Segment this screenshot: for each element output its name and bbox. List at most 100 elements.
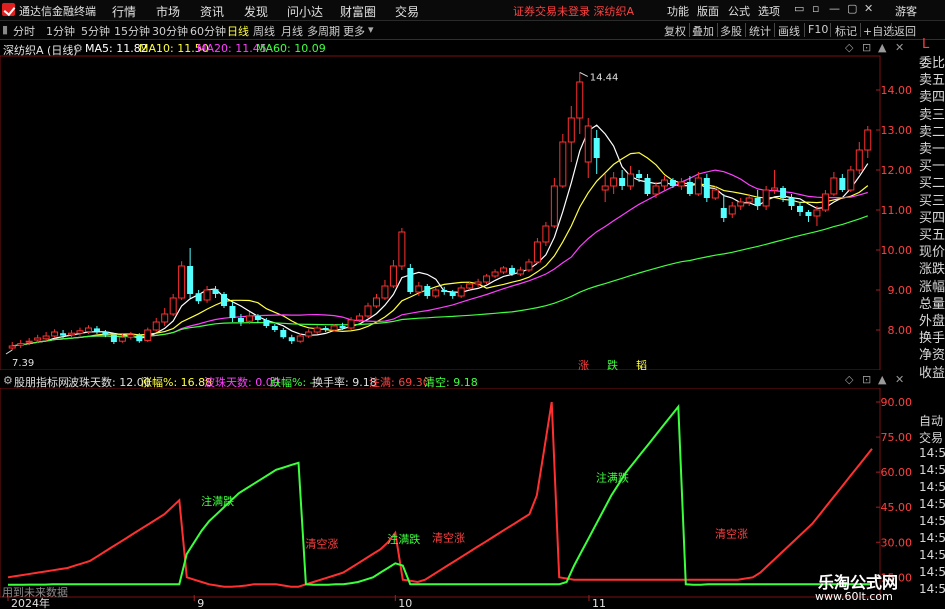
signal-label: 涨: [578, 359, 589, 370]
sidebar-item-2[interactable]: 卖四: [919, 86, 945, 105]
candle-body: [169, 297, 177, 315]
high-pointer: [579, 71, 588, 77]
btn-diejia[interactable]: 叠加: [692, 23, 714, 39]
btn-fuquan[interactable]: 复权: [664, 23, 686, 39]
tab-multi-period[interactable]: 多周期: [307, 23, 340, 39]
app-logo-icon: [2, 3, 15, 16]
btn-tongji[interactable]: 统计: [749, 23, 771, 39]
menu-xuanxiang[interactable]: 选项: [758, 3, 780, 19]
tab-more[interactable]: 更多: [343, 23, 365, 39]
sidebar-item-10[interactable]: 买五: [919, 224, 945, 243]
candle-body: [711, 189, 719, 199]
tab-fenshi[interactable]: 分时: [13, 23, 35, 39]
sidebar-item-11[interactable]: 现价: [919, 241, 945, 260]
tab-60min[interactable]: 60分钟: [190, 23, 226, 39]
menu-shichang[interactable]: 市场: [156, 3, 180, 20]
close-icon[interactable]: ✕: [864, 2, 873, 15]
sidebar-item-13[interactable]: 涨幅: [919, 276, 945, 295]
sidebar-item-6[interactable]: 买一: [919, 155, 945, 174]
candle-body: [322, 328, 329, 330]
sidebar-item-3[interactable]: 卖三: [919, 104, 945, 123]
sidebar-item-7[interactable]: 买二: [919, 172, 945, 191]
menu-gongshi[interactable]: 公式: [728, 3, 750, 19]
user-label[interactable]: 游客: [895, 3, 917, 19]
login-notice[interactable]: 证券交易未登录 深纺织A: [513, 3, 634, 19]
menu-gongneng[interactable]: 功能: [667, 3, 689, 19]
btn-add-watchlist[interactable]: +自选: [863, 23, 894, 39]
sidebar-item-1[interactable]: 卖五: [919, 69, 945, 88]
btn-back[interactable]: 返回: [894, 23, 916, 39]
minimize-icon[interactable]: —: [829, 2, 840, 15]
menu-caifuquan[interactable]: 财富圈: [340, 3, 376, 20]
sidebar-lower-item-0[interactable]: 自动: [919, 412, 943, 429]
menu-wenxiaoda[interactable]: 问小达: [287, 3, 323, 20]
candle-body: [84, 327, 92, 333]
sidebar-lower-item-9: 14:5: [919, 565, 945, 579]
candle-body: [567, 117, 575, 143]
annotation-label: 注满跌: [596, 470, 629, 484]
indicator-gear-icon[interactable]: ⚙: [3, 374, 13, 387]
small-window-icon[interactable]: ▫: [812, 2, 819, 15]
sidebar-item-4[interactable]: 卖二: [919, 121, 945, 140]
sidebar-item-12[interactable]: 涨跌: [919, 258, 945, 277]
candle-body: [136, 334, 143, 342]
toolbar-bar-icon: ▮: [2, 23, 9, 36]
candle-body: [76, 330, 84, 334]
maximize-icon[interactable]: ▢: [847, 2, 857, 15]
kline-chart[interactable]: 8.00 9.00 10.00 11.00 12.00 13.00 14.00 14.44 7.…: [0, 40, 915, 370]
sidebar-item-9[interactable]: 买四: [919, 207, 945, 226]
candle-body: [25, 340, 33, 343]
indicator-chart[interactable]: 15.0030.0045.0060.0075.0090.00注满跌清空涨 注满跌清…: [0, 388, 915, 609]
sidebar-lower-item-1[interactable]: 交易: [919, 429, 943, 446]
menu-zixun[interactable]: 资讯: [200, 3, 224, 20]
tab-daily[interactable]: 日线: [227, 23, 249, 39]
menu-hangqing[interactable]: 行情: [112, 3, 136, 20]
tab-monthly[interactable]: 月线: [281, 23, 303, 39]
future-data-note: 用到未来数据: [2, 586, 68, 599]
annotation-label: 清空涨: [715, 527, 748, 541]
sidebar-item-17[interactable]: 净资: [919, 344, 945, 363]
candle-body: [280, 330, 287, 338]
ind-close-icon[interactable]: ✕: [895, 373, 904, 386]
x-tick-label: 10: [398, 597, 412, 609]
divider: [745, 23, 746, 37]
candle-body: [636, 174, 643, 178]
btn-f10[interactable]: F10: [808, 23, 828, 36]
high-label: 14.44: [590, 72, 619, 83]
menu-banmian[interactable]: 版面: [697, 3, 719, 19]
btn-huaxian[interactable]: 画线: [778, 23, 800, 39]
divider: [830, 23, 831, 37]
sidebar-item-16[interactable]: 换手: [919, 327, 945, 346]
menu-jiaoyi[interactable]: 交易: [395, 3, 419, 20]
y-tick-label: 60.00: [881, 466, 913, 479]
y-tick-label: 11.00: [881, 204, 913, 217]
sidebar-item-14[interactable]: 总量: [919, 293, 945, 312]
tab-1min[interactable]: 1分钟: [46, 23, 75, 39]
candle-body: [296, 335, 304, 342]
menu-faxian[interactable]: 发现: [244, 3, 268, 20]
candle-body: [457, 287, 465, 297]
ind-collapse-icon[interactable]: ◇: [845, 373, 853, 386]
candle-body: [644, 178, 651, 194]
tab-5min[interactable]: 5分钟: [81, 23, 110, 39]
sidebar-item-5[interactable]: 卖一: [919, 138, 945, 157]
sidebar-item-15[interactable]: 外盘: [919, 310, 945, 329]
candle-body: [118, 336, 126, 342]
tab-weekly[interactable]: 周线: [253, 23, 275, 39]
candle-body: [797, 206, 803, 212]
sidebar-item-18[interactable]: 收益: [919, 362, 945, 381]
y-tick-label: 75.00: [881, 431, 913, 444]
tab-15min[interactable]: 15分钟: [114, 23, 150, 39]
divider: [804, 23, 805, 37]
more-dropdown-icon[interactable]: ▾: [368, 23, 374, 36]
btn-duogu[interactable]: 多股: [720, 23, 742, 39]
tab-30min[interactable]: 30分钟: [152, 23, 188, 39]
restore-icon[interactable]: ▭: [794, 2, 804, 15]
btn-biaoji[interactable]: 标记: [835, 23, 857, 39]
ind-up-icon[interactable]: ▲: [878, 373, 886, 386]
sidebar-item-8[interactable]: 买三: [919, 190, 945, 209]
indicator-header: ⚙ 股朋指标网 波珠天数: 12.00 涨幅%: 16.88 波珠天数: 0.0…: [0, 372, 915, 389]
ind-zoom-icon[interactable]: ⊡: [862, 373, 871, 386]
candle-body: [245, 315, 253, 322]
sidebar-item-0[interactable]: 委比: [919, 52, 945, 71]
